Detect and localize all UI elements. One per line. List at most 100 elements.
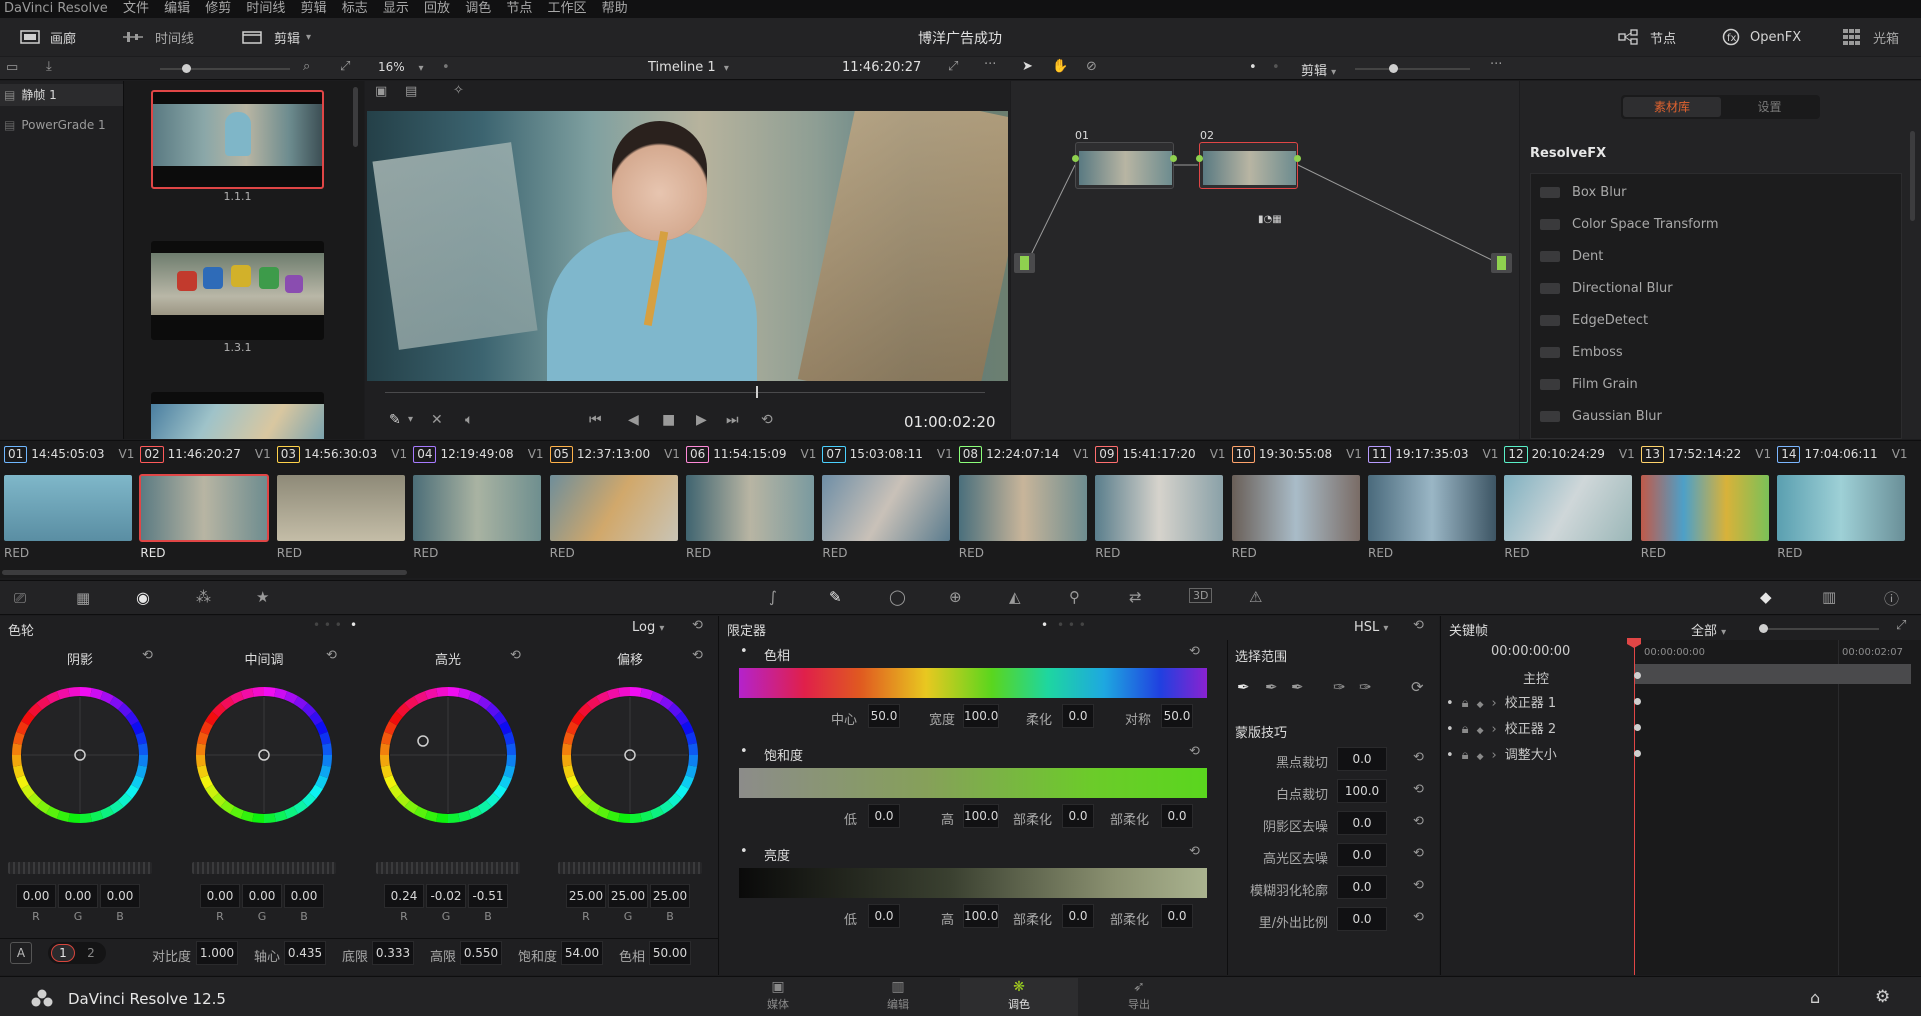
skip-back-icon[interactable]: ⏮︎: [589, 412, 602, 428]
reset-icon[interactable]: ⟲: [326, 648, 337, 663]
node-zoom-handle[interactable]: [1389, 64, 1398, 73]
output-node[interactable]: [1491, 253, 1512, 273]
viewer-zoom[interactable]: 16% ▾: [378, 60, 424, 74]
invert-icon[interactable]: ⟳: [1411, 678, 1424, 696]
blur-icon[interactable]: ◭: [1009, 588, 1021, 606]
info-icon[interactable]: ⓘ: [1884, 588, 1899, 609]
matte-value[interactable]: 100.0: [1337, 779, 1387, 803]
feather-minus-icon[interactable]: ✑: [1333, 678, 1346, 696]
page-2-button[interactable]: 2: [79, 944, 103, 962]
master-wheel-jog[interactable]: [558, 862, 702, 874]
keyframe-filter[interactable]: 全部 ▾: [1691, 620, 1726, 639]
clips-button[interactable]: 剪辑 ▾: [242, 27, 311, 47]
keyframe-row[interactable]: • 🔒︎ ◆ › 校正器 2: [1446, 718, 1632, 740]
master-wheel-jog[interactable]: [376, 862, 520, 874]
more-icon[interactable]: ···: [984, 57, 996, 72]
stereo-3d-icon[interactable]: 3D: [1189, 588, 1213, 603]
lum-low-soft-value[interactable]: 0.0: [1062, 904, 1094, 928]
fx-item[interactable]: EdgeDetect: [1540, 313, 1648, 328]
qualifier-icon[interactable]: ✎: [829, 588, 842, 606]
volume-icon[interactable]: 🔈︎: [465, 412, 473, 428]
sat-low-soft-value[interactable]: 0.0: [1062, 804, 1094, 828]
reset-icon[interactable]: ⟲: [692, 648, 703, 663]
clip-strip-scrollbar[interactable]: [2, 570, 407, 575]
page-deliver[interactable]: ➶ 导出: [1103, 978, 1175, 1016]
page-dot-active[interactable]: •: [350, 618, 357, 632]
menu-trim[interactable]: 修剪: [205, 0, 231, 18]
tab-settings[interactable]: 设置: [1721, 97, 1818, 117]
hue-value[interactable]: 50.00: [649, 941, 691, 965]
color-wheel[interactable]: [378, 685, 518, 825]
menu-edit[interactable]: 编辑: [164, 0, 190, 18]
lightbox-button[interactable]: 光箱: [1843, 27, 1899, 47]
gallery-zoom-slider[interactable]: [160, 64, 290, 73]
nodes-button[interactable]: 节点: [1618, 27, 1676, 47]
rgb-mixer-icon[interactable]: ⁂: [196, 588, 211, 606]
matte-value[interactable]: 0.0: [1337, 875, 1387, 899]
fx-item[interactable]: Emboss: [1540, 345, 1623, 360]
reset-icon[interactable]: ⟲: [142, 648, 153, 663]
contrast-value[interactable]: 1.000: [196, 941, 238, 965]
stills-scrollbar[interactable]: [353, 87, 358, 147]
key-icon[interactable]: ⚲: [1069, 588, 1080, 606]
fx-item[interactable]: Directional Blur: [1540, 281, 1673, 296]
clip-thumbnail[interactable]: [1368, 475, 1496, 541]
gallery-zoom-handle[interactable]: [182, 64, 191, 73]
menu-playback[interactable]: 回放: [424, 0, 450, 18]
lock-icon[interactable]: 🔒︎: [1462, 722, 1469, 737]
lock-icon[interactable]: 🔒︎: [1462, 696, 1469, 711]
color-wheel[interactable]: [560, 685, 700, 825]
reset-icon[interactable]: ⟲: [1189, 644, 1200, 659]
reset-icon[interactable]: ⟲: [1413, 878, 1424, 893]
color-wheels-icon[interactable]: ◉: [136, 588, 150, 607]
single-view-icon[interactable]: ▣: [375, 84, 387, 99]
album-item-powergrade-1[interactable]: ▤ PowerGrade 1: [0, 114, 123, 136]
keyframe-marker[interactable]: [1634, 698, 1641, 705]
lock-icon[interactable]: 🔒︎: [1462, 748, 1469, 763]
page-edit[interactable]: ▥ 编辑: [862, 978, 934, 1016]
still-thumb[interactable]: [151, 90, 324, 189]
clip-thumbnail[interactable]: [958, 475, 1087, 541]
wheel-g-value[interactable]: 25.00: [608, 884, 648, 908]
viewer-scrubber[interactable]: [385, 392, 985, 393]
search-icon[interactable]: ⌕: [303, 59, 310, 74]
hue-soft-value[interactable]: 0.0: [1062, 704, 1094, 728]
feather-plus-icon[interactable]: ✑: [1359, 678, 1372, 696]
fx-item[interactable]: Gaussian Blur: [1540, 409, 1662, 424]
reset-icon[interactable]: ⟲: [1413, 846, 1424, 861]
chevron-down-icon[interactable]: ▾: [408, 414, 413, 425]
wheel-b-value[interactable]: 25.00: [650, 884, 690, 908]
node-output-dot[interactable]: [1170, 155, 1177, 162]
lum-high-value[interactable]: 100.0: [963, 904, 999, 928]
clip-thumbnail[interactable]: [1231, 475, 1360, 541]
wheel-g-value[interactable]: 0.00: [242, 884, 282, 908]
wheel-mode-selector[interactable]: Log ▾: [632, 620, 664, 635]
gallery-button[interactable]: 画廊: [20, 27, 76, 47]
menu-workspace[interactable]: 工作区: [548, 0, 587, 18]
panel-layout-icon[interactable]: ▭: [6, 60, 18, 75]
page-dot-active[interactable]: •: [1041, 618, 1048, 632]
expand-icon[interactable]: ›: [1492, 696, 1497, 711]
reset-icon[interactable]: ⟲: [1413, 814, 1424, 829]
source-input[interactable]: [1014, 253, 1035, 273]
pointer-icon[interactable]: ➤: [1022, 59, 1033, 74]
wheel-r-value[interactable]: 25.00: [566, 884, 606, 908]
clip-thumbnail[interactable]: [549, 475, 678, 541]
album-item-stills-1[interactable]: ▤ 静帧 1: [0, 84, 123, 106]
sat-high-value[interactable]: 100.0: [963, 804, 999, 828]
hue-bar[interactable]: [739, 668, 1207, 698]
scopes-icon[interactable]: ▥: [1822, 588, 1836, 606]
keyframe-row[interactable]: • 🔒︎ ◆ › 校正器 1: [1446, 692, 1632, 714]
split-view-icon[interactable]: ▤: [405, 84, 417, 99]
lum-bar[interactable]: [739, 868, 1207, 898]
wheel-g-value[interactable]: 0.00: [58, 884, 98, 908]
clip-thumbnail[interactable]: [686, 475, 814, 541]
menu-timeline[interactable]: 时间线: [246, 0, 285, 18]
expand-icon[interactable]: ⤢: [1896, 618, 1906, 633]
clip-thumbnail[interactable]: [1504, 475, 1633, 541]
tracker-icon[interactable]: ⊕: [949, 588, 962, 606]
clip-thumbnail[interactable]: [1777, 475, 1906, 541]
menu-file[interactable]: 文件: [123, 0, 149, 18]
clip-thumbnail[interactable]: [276, 475, 405, 541]
still-thumb[interactable]: [151, 392, 324, 439]
